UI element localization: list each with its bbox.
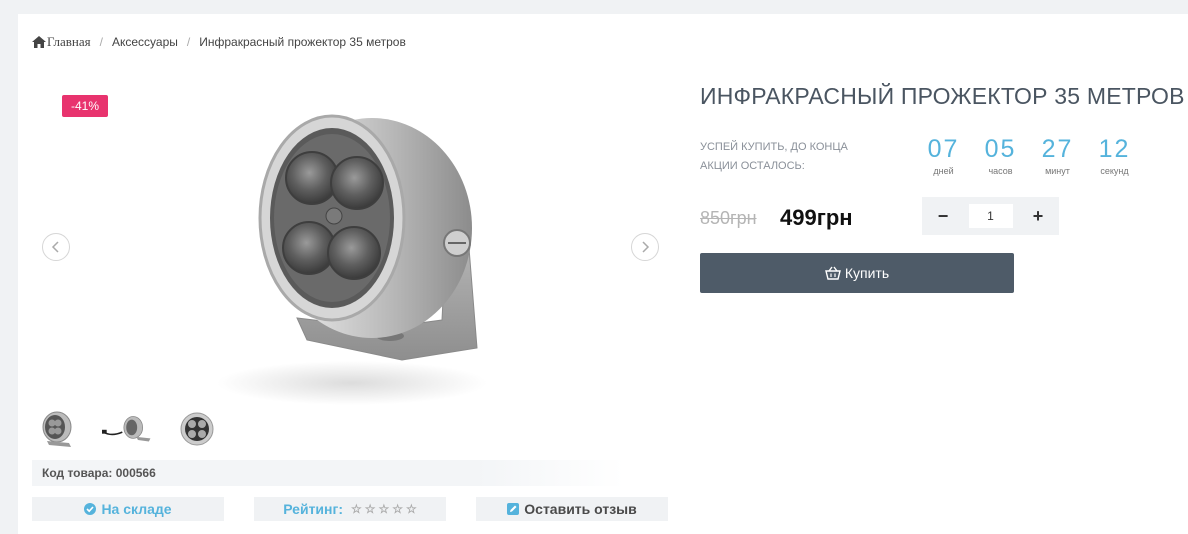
stock-status-label: На складе bbox=[101, 501, 172, 517]
old-price: 850грн bbox=[700, 208, 757, 228]
timer-hours: 05 часов bbox=[972, 134, 1029, 176]
check-circle-icon bbox=[84, 503, 97, 515]
write-review-button[interactable]: Оставить отзыв bbox=[476, 497, 668, 521]
quantity-decrease-button[interactable]: − bbox=[934, 206, 952, 227]
buy-button-label: Купить bbox=[844, 265, 890, 281]
chevron-left-icon bbox=[51, 241, 59, 253]
rating-label: Рейтинг: bbox=[283, 501, 343, 517]
gallery-prev-button[interactable] bbox=[42, 233, 70, 261]
quantity-increase-button[interactable]: + bbox=[1029, 206, 1047, 227]
countdown-timer: 07 дней 05 часов 27 минут 12 секунд bbox=[915, 134, 1143, 176]
thumbnail-list bbox=[32, 408, 222, 450]
timer-hours-label: часов bbox=[988, 166, 1013, 176]
breadcrumb-item-accessories[interactable]: Аксессуары bbox=[112, 35, 178, 49]
star-icon[interactable]: ☆ bbox=[379, 502, 390, 516]
current-price: 499грн bbox=[780, 205, 853, 230]
thumbnail-1[interactable] bbox=[32, 408, 82, 450]
ir-spotlight-with-cable-icon bbox=[102, 416, 151, 442]
timer-seconds-label: секунд bbox=[1100, 166, 1129, 176]
product-title: ИНФРАКРАСНЫЙ ПРОЖЕКТОР 35 МЕТРОВ bbox=[700, 83, 1185, 109]
write-review-label: Оставить отзыв bbox=[524, 501, 637, 517]
gallery-next-button[interactable] bbox=[631, 233, 659, 261]
timer-seconds: 12 секунд bbox=[1086, 134, 1143, 176]
breadcrumb-separator: / bbox=[186, 35, 191, 49]
thumbnail-3[interactable] bbox=[172, 408, 222, 450]
timer-days-label: дней bbox=[933, 166, 954, 176]
timer-hours-value: 05 bbox=[984, 135, 1017, 163]
timer-minutes: 27 минут bbox=[1029, 134, 1086, 176]
breadcrumb-separator: / bbox=[99, 35, 103, 49]
product-image[interactable] bbox=[202, 78, 502, 408]
breadcrumb-home-label: Главная bbox=[47, 34, 91, 49]
thumbnail-2[interactable] bbox=[102, 408, 152, 450]
timer-days: 07 дней bbox=[915, 134, 972, 176]
chevron-right-icon bbox=[642, 241, 650, 253]
basket-icon bbox=[824, 266, 841, 280]
ir-spotlight-front-icon bbox=[42, 411, 72, 447]
buy-button[interactable]: Купить bbox=[700, 253, 1014, 293]
ir-spotlight-face-icon bbox=[180, 412, 214, 446]
rating-stars[interactable]: ☆ ☆ ☆ ☆ ☆ bbox=[351, 502, 417, 516]
edit-icon bbox=[507, 503, 520, 515]
star-icon[interactable]: ☆ bbox=[406, 502, 417, 516]
product-card: Главная / Аксессуары / Инфракрасный прож… bbox=[18, 14, 1188, 534]
breadcrumb-item-current: Инфракрасный прожектор 35 метров bbox=[199, 35, 406, 49]
product-gallery: -41% bbox=[32, 78, 664, 408]
product-actions: На складе Рейтинг: ☆ ☆ ☆ ☆ ☆ Оставить от… bbox=[32, 497, 668, 521]
star-icon[interactable]: ☆ bbox=[365, 502, 376, 516]
discount-badge: -41% bbox=[62, 95, 109, 117]
rating-widget[interactable]: Рейтинг: ☆ ☆ ☆ ☆ ☆ bbox=[254, 497, 446, 521]
breadcrumb-home-link[interactable]: Главная bbox=[32, 34, 91, 50]
timer-minutes-label: минут bbox=[1045, 166, 1070, 176]
home-icon bbox=[32, 36, 46, 48]
breadcrumb: Главная / Аксессуары / Инфракрасный прож… bbox=[32, 34, 406, 50]
timer-days-value: 07 bbox=[927, 135, 960, 163]
quantity-input[interactable] bbox=[968, 204, 1013, 228]
star-icon[interactable]: ☆ bbox=[392, 502, 403, 516]
star-icon[interactable]: ☆ bbox=[351, 502, 362, 516]
promo-text: Успей купить, до конца акции осталось: bbox=[700, 141, 848, 172]
stock-status: На складе bbox=[32, 497, 224, 521]
timer-minutes-value: 27 bbox=[1041, 135, 1074, 163]
sku-label: Код товара: 000566 bbox=[32, 460, 624, 486]
timer-seconds-value: 12 bbox=[1098, 135, 1131, 163]
quantity-stepper: − + bbox=[922, 197, 1059, 235]
